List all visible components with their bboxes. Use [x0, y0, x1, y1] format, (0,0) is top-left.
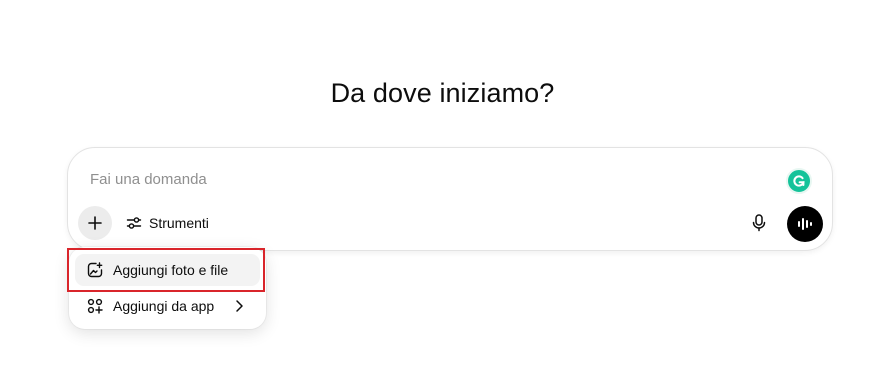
sliders-icon	[126, 217, 142, 229]
prompt-composer: Strumenti	[67, 147, 833, 251]
tools-label: Strumenti	[149, 215, 209, 231]
waveform-icon	[798, 218, 812, 230]
apps-icon	[86, 297, 104, 315]
add-photo-icon	[86, 261, 104, 279]
add-attachment-button[interactable]	[78, 206, 112, 240]
menu-item-add-from-app[interactable]: Aggiungi da app	[75, 290, 260, 322]
plus-icon	[88, 216, 102, 230]
menu-item-label: Aggiungi foto e file	[113, 262, 229, 278]
microphone-icon	[752, 214, 766, 232]
tools-button[interactable]: Strumenti	[120, 208, 215, 238]
menu-item-add-photos-files[interactable]: Aggiungi foto e file	[75, 254, 260, 286]
dictate-button[interactable]	[744, 208, 774, 238]
voice-mode-button[interactable]	[787, 206, 823, 242]
chat-home: Da dove iniziamo? Strumenti	[0, 0, 885, 388]
page-title: Da dove iniziamo?	[330, 78, 555, 108]
attachment-menu: Aggiungi foto e file Aggiungi da app	[69, 247, 266, 329]
grammarly-icon[interactable]	[786, 168, 812, 194]
prompt-input[interactable]	[88, 166, 772, 192]
menu-item-label: Aggiungi da app	[113, 298, 215, 314]
chevron-right-icon	[234, 298, 248, 314]
